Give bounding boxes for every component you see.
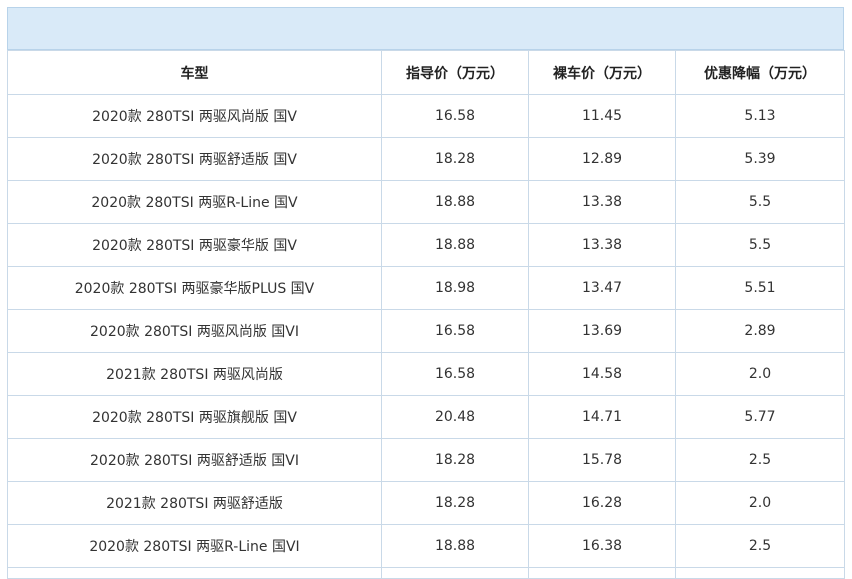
table-row: 2020款 280TSI 两驱旗舰版 国V 20.48 14.71 5.77 xyxy=(7,395,845,439)
cell-bare-price: 16.38 xyxy=(528,524,676,568)
cell-discount: 5.13 xyxy=(675,94,845,138)
cell-guide-price: 18.88 xyxy=(381,223,529,267)
cell-model: 2020款 280TSI 两驱豪华版 国V xyxy=(7,223,382,267)
header-bare-price: 裸车价（万元） xyxy=(528,50,676,95)
table-row: 2021款 280TSI 两驱舒适版 18.28 16.28 2.0 xyxy=(7,481,845,525)
cell-model: 2020款 280TSI 两驱豪华版PLUS 国V xyxy=(7,266,382,310)
cell-guide-price: 16.58 xyxy=(381,94,529,138)
cell-guide-price: 18.88 xyxy=(381,180,529,224)
cell-guide-price: 18.28 xyxy=(381,481,529,525)
cell-guide-price: 18.28 xyxy=(381,137,529,181)
table-header-row: 车型 指导价（万元） 裸车价（万元） 优惠降幅（万元） xyxy=(7,50,845,95)
cell-discount: 5.77 xyxy=(675,395,845,439)
table-row: 2020款 280TSI 两驱风尚版 国V 16.58 11.45 5.13 xyxy=(7,94,845,138)
table-row: 2020款 280TSI 两驱舒适版 国V 18.28 12.89 5.39 xyxy=(7,137,845,181)
cell-discount: 5.5 xyxy=(675,180,845,224)
cell-guide-price: 18.28 xyxy=(381,438,529,482)
cell-bare-price: 12.89 xyxy=(528,137,676,181)
cell-model: 2020款 280TSI 两驱R-Line 国V xyxy=(7,180,382,224)
table-row: 2020款 280TSI 两驱R-Line 国V 18.88 13.38 5.5 xyxy=(7,180,845,224)
cell-model: 2020款 280TSI 两驱R-Line 国VI xyxy=(7,524,382,568)
cell-model: 2020款 280TSI 两驱舒适版 国VI xyxy=(7,438,382,482)
cell-discount: 2.5 xyxy=(675,524,845,568)
cell-bare-price: 13.38 xyxy=(528,223,676,267)
cell-guide-price: 18.88 xyxy=(381,524,529,568)
price-table-container: 车型 指导价（万元） 裸车价（万元） 优惠降幅（万元） 2020款 280TSI… xyxy=(7,7,845,579)
cell-bare-price: 13.47 xyxy=(528,266,676,310)
cell-model: 2021款 280TSI 两驱舒适版 xyxy=(7,481,382,525)
cell-model: 2020款 280TSI 两驱风尚版 国VI xyxy=(7,309,382,353)
cell-guide-price: 16.58 xyxy=(381,352,529,396)
cell-empty xyxy=(528,567,676,579)
cell-model: 2020款 280TSI 两驱舒适版 国V xyxy=(7,137,382,181)
cell-discount: 5.39 xyxy=(675,137,845,181)
table-row: 2021款 280TSI 两驱风尚版 16.58 14.58 2.0 xyxy=(7,352,845,396)
header-model: 车型 xyxy=(7,50,382,95)
cell-discount: 2.0 xyxy=(675,481,845,525)
table-banner xyxy=(7,7,844,50)
table-row: 2020款 280TSI 两驱舒适版 国VI 18.28 15.78 2.5 xyxy=(7,438,845,482)
cell-bare-price: 11.45 xyxy=(528,94,676,138)
table-row-partial xyxy=(7,567,845,579)
cell-discount: 5.5 xyxy=(675,223,845,267)
cell-discount: 5.51 xyxy=(675,266,845,310)
cell-empty xyxy=(7,567,382,579)
cell-empty xyxy=(381,567,529,579)
cell-guide-price: 18.98 xyxy=(381,266,529,310)
table-row: 2020款 280TSI 两驱R-Line 国VI 18.88 16.38 2.… xyxy=(7,524,845,568)
table-row: 2020款 280TSI 两驱豪华版 国V 18.88 13.38 5.5 xyxy=(7,223,845,267)
table-row: 2020款 280TSI 两驱风尚版 国VI 16.58 13.69 2.89 xyxy=(7,309,845,353)
cell-discount: 2.89 xyxy=(675,309,845,353)
table-row: 2020款 280TSI 两驱豪华版PLUS 国V 18.98 13.47 5.… xyxy=(7,266,845,310)
cell-empty xyxy=(675,567,845,579)
cell-discount: 2.5 xyxy=(675,438,845,482)
header-discount: 优惠降幅（万元） xyxy=(675,50,845,95)
cell-model: 2020款 280TSI 两驱旗舰版 国V xyxy=(7,395,382,439)
cell-bare-price: 14.58 xyxy=(528,352,676,396)
cell-guide-price: 16.58 xyxy=(381,309,529,353)
cell-guide-price: 20.48 xyxy=(381,395,529,439)
cell-model: 2020款 280TSI 两驱风尚版 国V xyxy=(7,94,382,138)
cell-bare-price: 16.28 xyxy=(528,481,676,525)
cell-model: 2021款 280TSI 两驱风尚版 xyxy=(7,352,382,396)
cell-bare-price: 14.71 xyxy=(528,395,676,439)
cell-bare-price: 15.78 xyxy=(528,438,676,482)
cell-bare-price: 13.38 xyxy=(528,180,676,224)
price-table: 车型 指导价（万元） 裸车价（万元） 优惠降幅（万元） 2020款 280TSI… xyxy=(7,50,845,579)
header-guide-price: 指导价（万元） xyxy=(381,50,529,95)
cell-bare-price: 13.69 xyxy=(528,309,676,353)
cell-discount: 2.0 xyxy=(675,352,845,396)
